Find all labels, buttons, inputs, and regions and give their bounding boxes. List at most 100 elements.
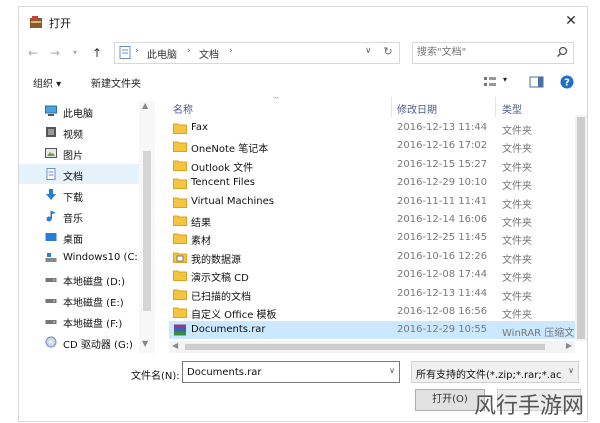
horizontal-scroll-thumb[interactable] xyxy=(185,344,545,350)
sidebar-item-drive-d[interactable]: 本地磁盘 (D:) xyxy=(19,269,149,289)
breadcrumb-documents[interactable]: 文档 xyxy=(199,46,219,61)
sidebar-item-music[interactable]: 音乐 xyxy=(19,206,149,226)
file-modified-date: 2016-12-14 16:06 xyxy=(397,214,488,225)
file-row[interactable]: 素材 2016-12-25 11:45 文件夹 xyxy=(169,229,575,247)
scroll-down-icon[interactable]: ▼ xyxy=(142,339,148,348)
file-row[interactable]: 我的数据源 2016-10-16 12:26 文件夹 xyxy=(169,248,575,266)
sidebar-item-cd-drive-g[interactable]: CD 驱动器 (G:) xyxy=(19,332,149,352)
file-row[interactable]: 自定义 Office 模板 2016-12-08 16:56 文件夹 xyxy=(169,303,575,321)
chevron-down-icon[interactable]: ∨ xyxy=(389,366,395,375)
window-title: 打开 xyxy=(49,17,71,30)
sidebar-item-label: 桌面 xyxy=(63,235,83,246)
sidebar-item-pictures[interactable]: 图片 xyxy=(19,143,149,163)
file-name: 已扫描的文档 xyxy=(191,291,251,303)
file-row[interactable]: 已扫描的文档 2016-12-13 11:44 文件夹 xyxy=(169,285,575,303)
forward-arrow-icon: → xyxy=(49,46,61,60)
file-row[interactable]: Tencent Files 2016-12-29 10:10 文件夹 xyxy=(169,174,575,192)
sidebar-item-downloads[interactable]: 下载 xyxy=(19,185,149,205)
download-icon xyxy=(46,189,56,200)
file-type: 文件夹 xyxy=(502,218,532,229)
music-icon xyxy=(46,211,56,222)
folder-icon xyxy=(173,288,187,300)
file-name: 我的数据源 xyxy=(191,254,241,266)
breadcrumb-this-pc[interactable]: 此电脑 xyxy=(147,46,177,61)
file-type: 文件夹 xyxy=(502,162,532,174)
help-icon[interactable]: ? xyxy=(559,75,575,89)
vertical-scroll-thumb[interactable] xyxy=(577,117,585,339)
sidebar-item-desktop[interactable]: 桌面 xyxy=(19,227,149,247)
column-divider[interactable] xyxy=(495,97,496,117)
file-type-filter[interactable]: 所有支持的文件(*.zip;*.rar;*.ac ∨ xyxy=(411,361,579,383)
file-name: Outlook 文件 xyxy=(191,162,254,174)
cd-drive-icon xyxy=(45,336,57,348)
sidebar-item-drive-c[interactable]: Windows10 (C: xyxy=(19,248,149,268)
close-button[interactable]: ✕ xyxy=(561,11,581,31)
sidebar-item-drive-f[interactable]: 本地磁盘 (F:) xyxy=(19,311,149,331)
drive-icon xyxy=(45,320,57,324)
file-list-horizontal-scrollbar[interactable]: ◀ ▶ xyxy=(169,341,575,353)
new-folder-button[interactable]: 新建文件夹 xyxy=(91,75,141,90)
filename-combobox[interactable]: ∨ xyxy=(182,361,400,383)
filename-input[interactable] xyxy=(187,365,377,379)
video-icon xyxy=(46,127,56,137)
organize-button[interactable]: 组织 ▾ xyxy=(33,75,61,90)
close-icon: ✕ xyxy=(565,13,577,29)
refresh-button[interactable]: ↻ xyxy=(381,45,395,59)
desktop-icon xyxy=(45,233,57,241)
sidebar-item-drive-e[interactable]: 本地磁盘 (E:) xyxy=(19,290,149,310)
view-options-icon[interactable] xyxy=(483,75,499,89)
file-name: Tencent Files xyxy=(191,177,255,189)
address-dropdown-button[interactable]: ∨ xyxy=(365,46,372,56)
sidebar-item-label: CD 驱动器 (G:) xyxy=(63,340,133,351)
column-header-name[interactable]: 名称 xyxy=(173,101,193,116)
file-type: 文件夹 xyxy=(502,254,532,266)
rar-file-icon xyxy=(173,324,187,336)
file-row[interactable]: 结果 2016-12-14 16:06 文件夹 xyxy=(169,211,575,229)
sidebar-item-documents[interactable]: 文档 xyxy=(19,164,149,184)
file-modified-date: 2016-11-11 11:41 xyxy=(397,195,488,207)
file-row[interactable]: Fax 2016-12-13 11:44 文件夹 xyxy=(169,119,575,137)
file-row[interactable]: OneNote 笔记本 2016-12-16 17:02 文件夹 xyxy=(169,137,575,155)
sidebar-scroll-thumb[interactable] xyxy=(143,151,151,311)
title-bar: 打开 ✕ xyxy=(19,7,587,37)
file-type-filter-value: 所有支持的文件(*.zip;*.rar;*.ac xyxy=(416,370,562,381)
breadcrumb-separator: › xyxy=(187,46,191,56)
search-box[interactable] xyxy=(412,42,574,64)
file-row[interactable]: Documents.rar 2016-12-29 10:55 WinRAR 压缩文件 xyxy=(169,321,575,340)
file-row[interactable]: Outlook 文件 2016-12-15 15:27 文件夹 xyxy=(169,156,575,174)
scroll-up-icon[interactable]: ▲ xyxy=(142,101,148,110)
folder-icon xyxy=(173,122,187,134)
file-list: ^ 名称 修改日期 类型 Fax 2016-12-13 11:44 文件夹 OneNo… xyxy=(169,97,575,341)
file-list-vertical-scrollbar[interactable] xyxy=(575,115,587,341)
file-modified-date: 2016-12-15 15:27 xyxy=(397,158,488,170)
file-type: 文件夹 xyxy=(502,291,532,303)
file-modified-date: 2016-12-13 11:44 xyxy=(397,287,488,299)
scroll-left-icon[interactable]: ◀ xyxy=(172,341,178,350)
column-header-date[interactable]: 修改日期 xyxy=(397,101,437,116)
sidebar-item-label: 此电脑 xyxy=(63,109,93,120)
column-header-type[interactable]: 类型 xyxy=(502,101,522,116)
scroll-right-icon[interactable]: ▶ xyxy=(566,341,572,350)
view-dropdown-icon[interactable]: ▾ xyxy=(503,75,507,84)
sidebar-item-this-pc[interactable]: 此电脑 xyxy=(19,101,149,121)
open-file-dialog: 打开 ✕ ← → ▾ ↑ › 此电脑 › 文档 › ∨ ↻ 搜索"文档" 组织 … xyxy=(18,6,588,422)
address-bar[interactable]: › 此电脑 › 文档 › ∨ ↻ xyxy=(114,42,400,64)
sidebar-item-videos[interactable]: 视频 xyxy=(19,122,149,142)
datasource-folder-icon xyxy=(173,251,187,263)
file-name: 素材 xyxy=(191,236,211,248)
up-button[interactable]: ↑ xyxy=(89,45,105,61)
sidebar-scrollbar[interactable]: ▲ ▼ xyxy=(139,101,155,353)
chevron-down-icon: ▾ xyxy=(72,48,77,57)
search-input[interactable] xyxy=(417,45,547,59)
folder-icon xyxy=(173,214,187,226)
back-button[interactable]: ← xyxy=(25,45,41,61)
forward-button[interactable]: → xyxy=(47,45,63,61)
column-divider[interactable] xyxy=(391,97,392,117)
preview-pane-icon[interactable] xyxy=(529,75,545,89)
recent-locations-button[interactable]: ▾ xyxy=(67,45,83,61)
file-row[interactable]: 演示文稿 CD 2016-12-08 17:44 文件夹 xyxy=(169,266,575,284)
svg-text:?: ? xyxy=(564,78,570,89)
file-row[interactable]: Virtual Machines 2016-11-11 11:41 文件夹 xyxy=(169,193,575,211)
folder-icon xyxy=(173,196,187,208)
sidebar-item-label: 下载 xyxy=(63,193,83,204)
